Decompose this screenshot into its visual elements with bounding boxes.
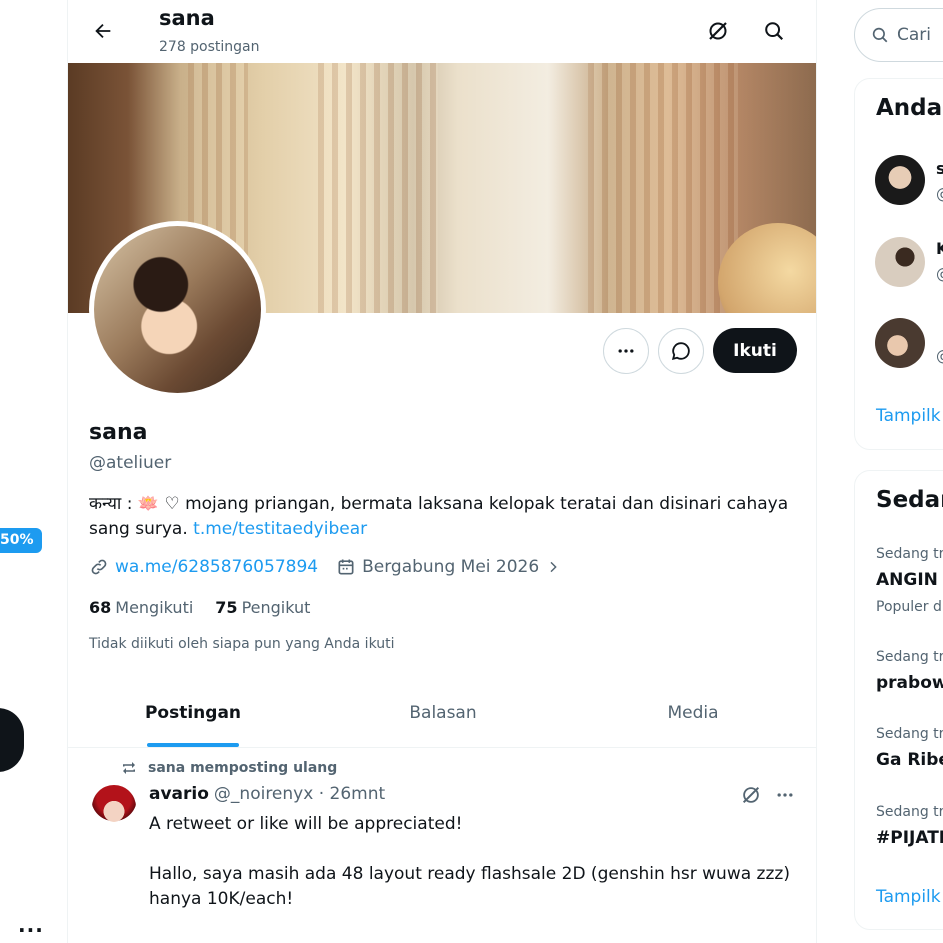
active-tab-indicator <box>147 743 239 747</box>
trend-label: Sedang tr <box>876 546 943 562</box>
suggested-user-handle: @ <box>936 265 943 283</box>
post-author-handle-time[interactable]: @_noirenyx · 26mnt <box>214 784 385 804</box>
post-more-icon[interactable] <box>772 782 798 808</box>
post-text-line: Hallo, saya masih ada 48 layout ready fl… <box>149 864 790 909</box>
back-arrow-icon[interactable] <box>86 14 120 48</box>
suggested-user-avatar[interactable] <box>875 155 925 205</box>
profile-bio: कन्या : 🪷 ♡ mojang priangan, bermata lak… <box>89 492 799 542</box>
profile-avatar[interactable] <box>89 221 266 398</box>
suggested-user-handle: @ <box>936 347 943 365</box>
profile-name: sana <box>89 420 148 445</box>
chevron-right-icon <box>550 561 557 573</box>
post-count: 278 postingan <box>159 39 260 55</box>
search-placeholder: Cari <box>897 25 931 45</box>
tab-posts[interactable]: Postingan <box>68 684 318 747</box>
suggested-user-handle: @ <box>936 185 943 203</box>
progress-badge: 50% <box>0 528 42 553</box>
message-button[interactable] <box>658 328 704 374</box>
search-icon <box>872 27 888 43</box>
follow-stats: 68 Mengikuti 75 Pengikut <box>89 598 332 617</box>
trend-label: Sedang tr <box>876 804 943 820</box>
profile-meta: wa.me/6285876057894 Bergabung Mei 2026 <box>89 557 585 577</box>
post-author-name[interactable]: avario <box>149 784 209 804</box>
trends-card: Sedar Sedang tr ANGIN Y Populer d Sedang… <box>854 470 943 930</box>
who-to-follow-card: Anda s @ K @ @ Tampilk <box>854 78 943 450</box>
trends-show-more-link[interactable]: Tampilk <box>876 887 941 907</box>
search-input[interactable]: Cari <box>854 8 943 62</box>
not-followed-note: Tidak diikuti oleh siapa pun yang Anda i… <box>89 636 395 652</box>
repost-icon <box>123 762 135 774</box>
followers-stat[interactable]: 75 Pengikut <box>215 598 310 617</box>
trend-item[interactable]: Ga Ribe <box>876 750 943 770</box>
profile-handle: @ateliuer <box>89 453 172 473</box>
link-icon <box>91 559 107 575</box>
timeline-post[interactable]: sana memposting ulang avario @_noirenyx … <box>68 749 816 943</box>
suggested-user-name[interactable]: s <box>936 159 943 178</box>
profile-tabs: Postingan Balasan Media <box>68 684 816 748</box>
calendar-icon <box>338 559 354 575</box>
avatar-image <box>94 226 261 393</box>
trend-item[interactable]: #PIJATI <box>876 828 943 848</box>
main-column: sana 278 postingan Ikuti sana @ateliuer … <box>67 0 817 943</box>
suggested-user-name[interactable]: K <box>936 239 943 258</box>
trend-item[interactable]: prabow <box>876 673 943 693</box>
grok-icon[interactable] <box>702 15 734 47</box>
page-title: sana <box>159 6 215 30</box>
account-more-icon[interactable]: ··· <box>18 918 44 942</box>
joined-date: Bergabung Mei 2026 <box>362 557 540 577</box>
post-text: A retweet or like will be appreciated! H… <box>149 812 799 937</box>
chat-bubble-icon <box>671 342 690 361</box>
more-horizontal-icon <box>618 349 634 353</box>
trend-item[interactable]: ANGIN Y <box>876 570 943 590</box>
trend-label: Sedang tr <box>876 726 943 742</box>
trend-label: Sedang tr <box>876 649 943 665</box>
website-link[interactable]: wa.me/6285876057894 <box>115 557 318 577</box>
search-icon[interactable] <box>758 15 790 47</box>
post-text-line: A retweet or like will be appreciated! <box>149 814 463 834</box>
trend-sub: Populer d <box>876 599 942 615</box>
repost-indicator: sana memposting ulang <box>120 759 337 777</box>
left-nav: 50% ··· <box>0 0 67 943</box>
following-stat[interactable]: 68 Mengikuti <box>89 598 193 617</box>
suggested-user-avatar[interactable] <box>875 318 925 368</box>
who-to-follow-title: Anda <box>876 95 943 121</box>
suggested-user-avatar[interactable] <box>875 237 925 287</box>
follow-button[interactable]: Ikuti <box>713 328 797 373</box>
post-header: avario @_noirenyx · 26mnt <box>149 784 385 804</box>
tab-media[interactable]: Media <box>568 684 816 747</box>
tab-replies[interactable]: Balasan <box>318 684 568 747</box>
trends-title: Sedar <box>876 487 943 513</box>
top-bar: sana 278 postingan <box>68 0 816 63</box>
more-options-button[interactable] <box>603 328 649 374</box>
who-show-more-link[interactable]: Tampilk <box>876 406 941 426</box>
bio-link[interactable]: t.me/testitaedyibear <box>193 519 367 539</box>
post-author-avatar[interactable] <box>92 785 136 829</box>
post-grok-icon[interactable] <box>738 782 764 808</box>
compose-post-button[interactable] <box>0 708 24 772</box>
